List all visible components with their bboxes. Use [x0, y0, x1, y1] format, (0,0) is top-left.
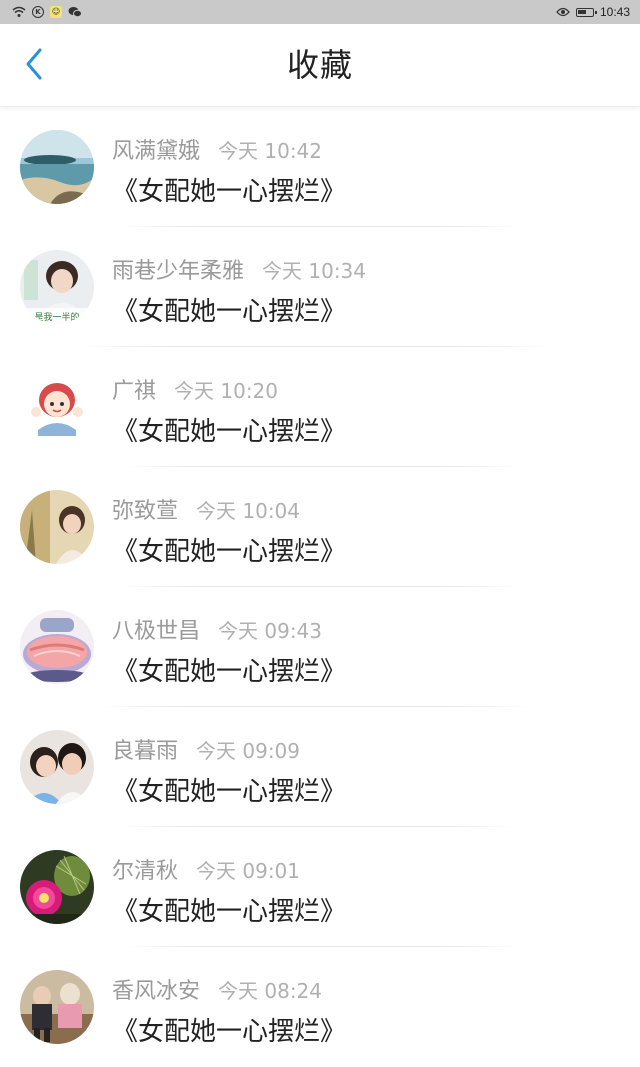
user-name: 尔清秋 [112, 859, 179, 884]
status-time: 10:43 [599, 5, 630, 19]
wechat-icon [68, 6, 82, 18]
list-item[interactable]: 香风冰安 今天 08:24 《女配她一心摆烂》 [0, 947, 640, 1067]
status-left-icons: K ☺ [12, 6, 82, 18]
avatar[interactable] [20, 850, 94, 924]
book-title[interactable]: 《女配她一心摆烂》 [112, 411, 346, 448]
favorites-list: 风满黛娥 今天 10:42 《女配她一心摆烂》 是我一半的 雨巷少年柔雅 今天 … [0, 107, 640, 1067]
book-title[interactable]: 《女配她一心摆烂》 [112, 171, 346, 208]
list-item[interactable]: 弥致萱 今天 10:04 《女配她一心摆烂》 [0, 467, 640, 587]
list-item[interactable]: 八极世昌 今天 09:43 《女配她一心摆烂》 [0, 587, 640, 707]
avatar[interactable] [20, 370, 94, 444]
back-button[interactable] [14, 46, 54, 86]
user-name: 八极世昌 [112, 619, 201, 644]
wifi-icon [12, 6, 26, 18]
notification-icon: ☺ [50, 6, 62, 18]
battery-icon [575, 7, 597, 17]
avatar-text: 是我一半的 [34, 311, 79, 323]
timestamp: 今天 09:09 [196, 739, 301, 763]
item-meta: 广祺 今天 10:20 [112, 373, 278, 405]
timestamp: 今天 10:34 [262, 259, 367, 283]
avatar[interactable] [20, 970, 94, 1044]
item-meta: 尔清秋 今天 09:01 [112, 853, 300, 885]
avatar[interactable]: 是我一半的 [20, 250, 94, 324]
user-name: 良暮雨 [112, 739, 179, 764]
timestamp: 今天 09:43 [218, 619, 323, 643]
timestamp: 今天 10:20 [174, 379, 279, 403]
book-title[interactable]: 《女配她一心摆烂》 [112, 1011, 346, 1048]
status-bar: K ☺ 10:43 [0, 0, 640, 24]
page-title: 收藏 [286, 46, 353, 84]
list-item[interactable]: 是我一半的 雨巷少年柔雅 今天 10:34 《女配她一心摆烂》 [0, 227, 640, 347]
user-name: 雨巷少年柔雅 [112, 259, 245, 284]
book-title[interactable]: 《女配她一心摆烂》 [112, 891, 346, 928]
eye-icon [556, 7, 570, 17]
avatar[interactable] [20, 130, 94, 204]
item-meta: 良暮雨 今天 09:09 [112, 733, 300, 765]
status-right-icons: 10:43 [556, 5, 630, 19]
avatar[interactable] [20, 490, 94, 564]
book-title[interactable]: 《女配她一心摆烂》 [112, 291, 346, 328]
user-name: 广祺 [112, 379, 157, 404]
timestamp: 今天 10:04 [196, 499, 301, 523]
avatar[interactable] [20, 730, 94, 804]
avatar[interactable] [20, 610, 94, 684]
list-item[interactable]: 尔清秋 今天 09:01 《女配她一心摆烂》 [0, 827, 640, 947]
book-title[interactable]: 《女配她一心摆烂》 [112, 651, 346, 688]
item-meta: 香风冰安 今天 08:24 [112, 973, 322, 1005]
timestamp: 今天 08:24 [218, 979, 323, 1003]
user-name: 香风冰安 [112, 979, 201, 1004]
item-meta: 八极世昌 今天 09:43 [112, 613, 322, 645]
header-bar: 收藏 [0, 24, 640, 107]
user-name: 弥致萱 [112, 499, 179, 524]
book-title[interactable]: 《女配她一心摆烂》 [112, 531, 346, 568]
item-meta: 弥致萱 今天 10:04 [112, 493, 300, 525]
timestamp: 今天 09:01 [196, 859, 301, 883]
item-meta: 风满黛娥 今天 10:42 [112, 133, 322, 165]
timestamp: 今天 10:42 [218, 139, 323, 163]
item-meta: 雨巷少年柔雅 今天 10:34 [112, 253, 366, 285]
book-title[interactable]: 《女配她一心摆烂》 [112, 771, 346, 808]
user-name: 风满黛娥 [112, 139, 201, 164]
chevron-left-icon [24, 47, 44, 85]
list-item[interactable]: 风满黛娥 今天 10:42 《女配她一心摆烂》 [0, 107, 640, 227]
list-item[interactable]: 广祺 今天 10:20 《女配她一心摆烂》 [0, 347, 640, 467]
k-icon: K [32, 6, 44, 18]
list-item[interactable]: 良暮雨 今天 09:09 《女配她一心摆烂》 [0, 707, 640, 827]
